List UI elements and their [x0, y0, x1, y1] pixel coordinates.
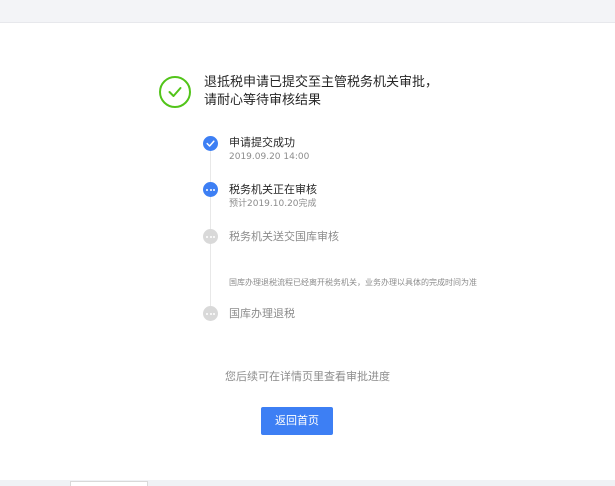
- step-title: 申请提交成功: [229, 136, 295, 149]
- back-home-button[interactable]: 返回首页: [261, 407, 333, 435]
- step-subtitle: 2019.09.20 14:00: [229, 152, 310, 162]
- progress-hint: 您后续可在详情页里查看审批进度: [225, 370, 390, 383]
- timeline-note: 国库办理退税流程已经离开税务机关，业务办理以具体的完成时间为准: [229, 278, 477, 287]
- step-subtitle: 预计2019.10.20完成: [229, 199, 317, 209]
- step-done-icon: [203, 136, 218, 151]
- step-title: 税务机关正在审核: [229, 183, 317, 196]
- step-pending-icon: [203, 229, 218, 244]
- step-pending-icon: [203, 306, 218, 321]
- bottom-tab[interactable]: [70, 481, 148, 486]
- top-header-strip: [0, 0, 615, 23]
- result-title: 退抵税申请已提交至主管税务机关审批， 请耐心等待审核结果: [204, 74, 438, 110]
- check-circle-icon: [159, 76, 191, 108]
- result-title-line1: 退抵税申请已提交至主管税务机关审批，: [204, 75, 439, 90]
- step-title: 税务机关送交国库审核: [229, 230, 339, 243]
- result-title-line2: 请耐心等待审核结果: [204, 93, 322, 108]
- step-in-progress-icon: [203, 182, 218, 197]
- step-title: 国库办理退税: [229, 307, 295, 320]
